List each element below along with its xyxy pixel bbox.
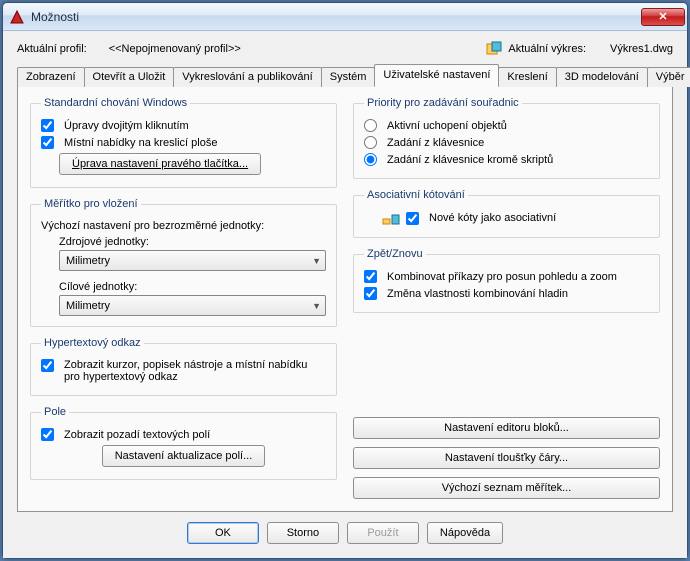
btn-field-update-settings[interactable]: Nastavení aktualizace polí...	[102, 445, 266, 467]
lbl-keyboard-except-scripts: Zadání z klávesnice kromě skriptů	[387, 154, 553, 166]
tab-strip: Zobrazení Otevřít a Uložit Vykreslování …	[17, 63, 673, 87]
lbl-keyboard-entry: Zadání z klávesnice	[387, 137, 484, 149]
profile-row: Aktuální profil: <<Nepojmenovaný profil>…	[17, 39, 673, 63]
apply-button[interactable]: Použít	[347, 522, 419, 544]
right-buttons: Nastavení editoru bloků... Nastavení tlo…	[353, 417, 660, 499]
tgt-units-label: Cílové jednotky:	[59, 281, 137, 293]
scale-desc: Výchozí nastavení pro bezrozměrné jednot…	[41, 220, 264, 232]
tab-3d-modelovani[interactable]: 3D modelování	[556, 67, 648, 87]
rb-running-osnap[interactable]	[364, 119, 377, 132]
lbl-running-osnap: Aktivní uchopení objektů	[387, 120, 507, 132]
lbl-combine-zoom-pan: Kombinovat příkazy pro posun pohledu a z…	[387, 271, 617, 283]
dimension-icon	[382, 211, 400, 225]
btn-right-click-customize[interactable]: Úprava nastavení pravého tlačítka...	[59, 153, 261, 175]
cb-combine-layer-props[interactable]	[364, 287, 377, 300]
dialog-footer: OK Storno Použít Nápověda	[17, 512, 673, 548]
tgt-units-value: Milimetry	[66, 300, 110, 312]
btn-default-scale-list[interactable]: Výchozí seznam měřítek...	[353, 477, 660, 499]
legend-assoc: Asociativní kótování	[364, 189, 468, 201]
close-icon: ✕	[658, 10, 667, 23]
group-windows-standard: Standardní chování Windows Úpravy dvojit…	[30, 97, 337, 188]
lbl-shortcut-menus: Místní nabídky na kreslicí ploše	[64, 137, 217, 149]
lbl-double-click-edit: Úpravy dvojitým kliknutím	[64, 120, 189, 132]
src-units-value: Milimetry	[66, 255, 110, 267]
content-area: Aktuální profil: <<Nepojmenovaný profil>…	[3, 31, 687, 558]
legend-priority: Priority pro zadávání souřadnic	[364, 97, 522, 109]
left-column: Standardní chování Windows Úpravy dvojit…	[30, 97, 337, 499]
btn-block-editor-settings[interactable]: Nastavení editoru bloků...	[353, 417, 660, 439]
right-column: Priority pro zadávání souřadnic Aktivní …	[353, 97, 660, 499]
legend-std: Standardní chování Windows	[41, 97, 190, 109]
cancel-button[interactable]: Storno	[267, 522, 339, 544]
tab-zobrazeni[interactable]: Zobrazení	[17, 67, 85, 87]
tab-panel: Standardní chování Windows Úpravy dvojit…	[17, 87, 673, 512]
rb-keyboard-except-scripts[interactable]	[364, 153, 377, 166]
drawing-icon	[486, 41, 502, 57]
group-undo-redo: Zpět/Znovu Kombinovat příkazy pro posun …	[353, 248, 660, 313]
lbl-hyperlink-cursor: Zobrazit kurzor, popisek nástroje a míst…	[64, 359, 324, 383]
select-target-units[interactable]: Milimetry ▼	[59, 295, 326, 316]
cb-hyperlink-cursor[interactable]	[41, 359, 54, 372]
titlebar[interactable]: Možnosti ✕	[3, 3, 687, 31]
cb-shortcut-menus[interactable]	[41, 136, 54, 149]
lbl-new-dims-associative: Nové kóty jako asociativní	[429, 212, 556, 224]
btn-lineweight-settings[interactable]: Nastavení tloušťky čáry...	[353, 447, 660, 469]
current-drawing: Aktuální výkres: Výkres1.dwg	[486, 41, 673, 57]
legend-field: Pole	[41, 406, 69, 418]
tab-system[interactable]: Systém	[321, 67, 376, 87]
window-title: Možnosti	[31, 10, 641, 24]
rb-keyboard-entry[interactable]	[364, 136, 377, 149]
drawing-value: Výkres1.dwg	[610, 43, 673, 55]
cb-new-dims-associative[interactable]	[406, 212, 419, 225]
options-dialog: Možnosti ✕ Aktuální profil: <<Nepojmenov…	[2, 2, 688, 559]
profile-value: <<Nepojmenovaný profil>>	[109, 43, 241, 55]
chevron-down-icon: ▼	[312, 301, 321, 311]
lbl-field-background: Zobrazit pozadí textových polí	[64, 429, 210, 441]
ok-button[interactable]: OK	[187, 522, 259, 544]
cb-combine-zoom-pan[interactable]	[364, 270, 377, 283]
profile-label: Aktuální profil:	[17, 43, 87, 55]
drawing-label: Aktuální výkres:	[508, 43, 586, 55]
app-icon	[9, 9, 25, 25]
legend-scale: Měřítko pro vložení	[41, 198, 141, 210]
group-fields: Pole Zobrazit pozadí textových polí Nast…	[30, 406, 337, 480]
cb-field-background[interactable]	[41, 428, 54, 441]
tab-uzivatelske-nastaveni[interactable]: Uživatelské nastavení	[374, 64, 499, 87]
cb-double-click-edit[interactable]	[41, 119, 54, 132]
legend-hyper: Hypertextový odkaz	[41, 337, 144, 349]
close-button[interactable]: ✕	[641, 8, 685, 26]
chevron-down-icon: ▼	[312, 256, 321, 266]
legend-undo: Zpět/Znovu	[364, 248, 426, 260]
group-coord-priority: Priority pro zadávání souřadnic Aktivní …	[353, 97, 660, 179]
tab-vyber[interactable]: Výběr	[647, 67, 690, 87]
lbl-combine-layer-props: Změna vlastnosti kombinování hladin	[387, 288, 568, 300]
select-source-units[interactable]: Milimetry ▼	[59, 250, 326, 271]
tab-otevrit-ulozit[interactable]: Otevřít a Uložit	[84, 67, 175, 87]
tab-vykreslovani[interactable]: Vykreslování a publikování	[173, 67, 321, 87]
group-insertion-scale: Měřítko pro vložení Výchozí nastavení pr…	[30, 198, 337, 327]
src-units-label: Zdrojové jednotky:	[59, 236, 149, 248]
tab-kresleni[interactable]: Kreslení	[498, 67, 556, 87]
group-hyperlink: Hypertextový odkaz Zobrazit kurzor, popi…	[30, 337, 337, 396]
help-button[interactable]: Nápověda	[427, 522, 503, 544]
group-associative-dim: Asociativní kótování Nové kóty jako asoc…	[353, 189, 660, 238]
